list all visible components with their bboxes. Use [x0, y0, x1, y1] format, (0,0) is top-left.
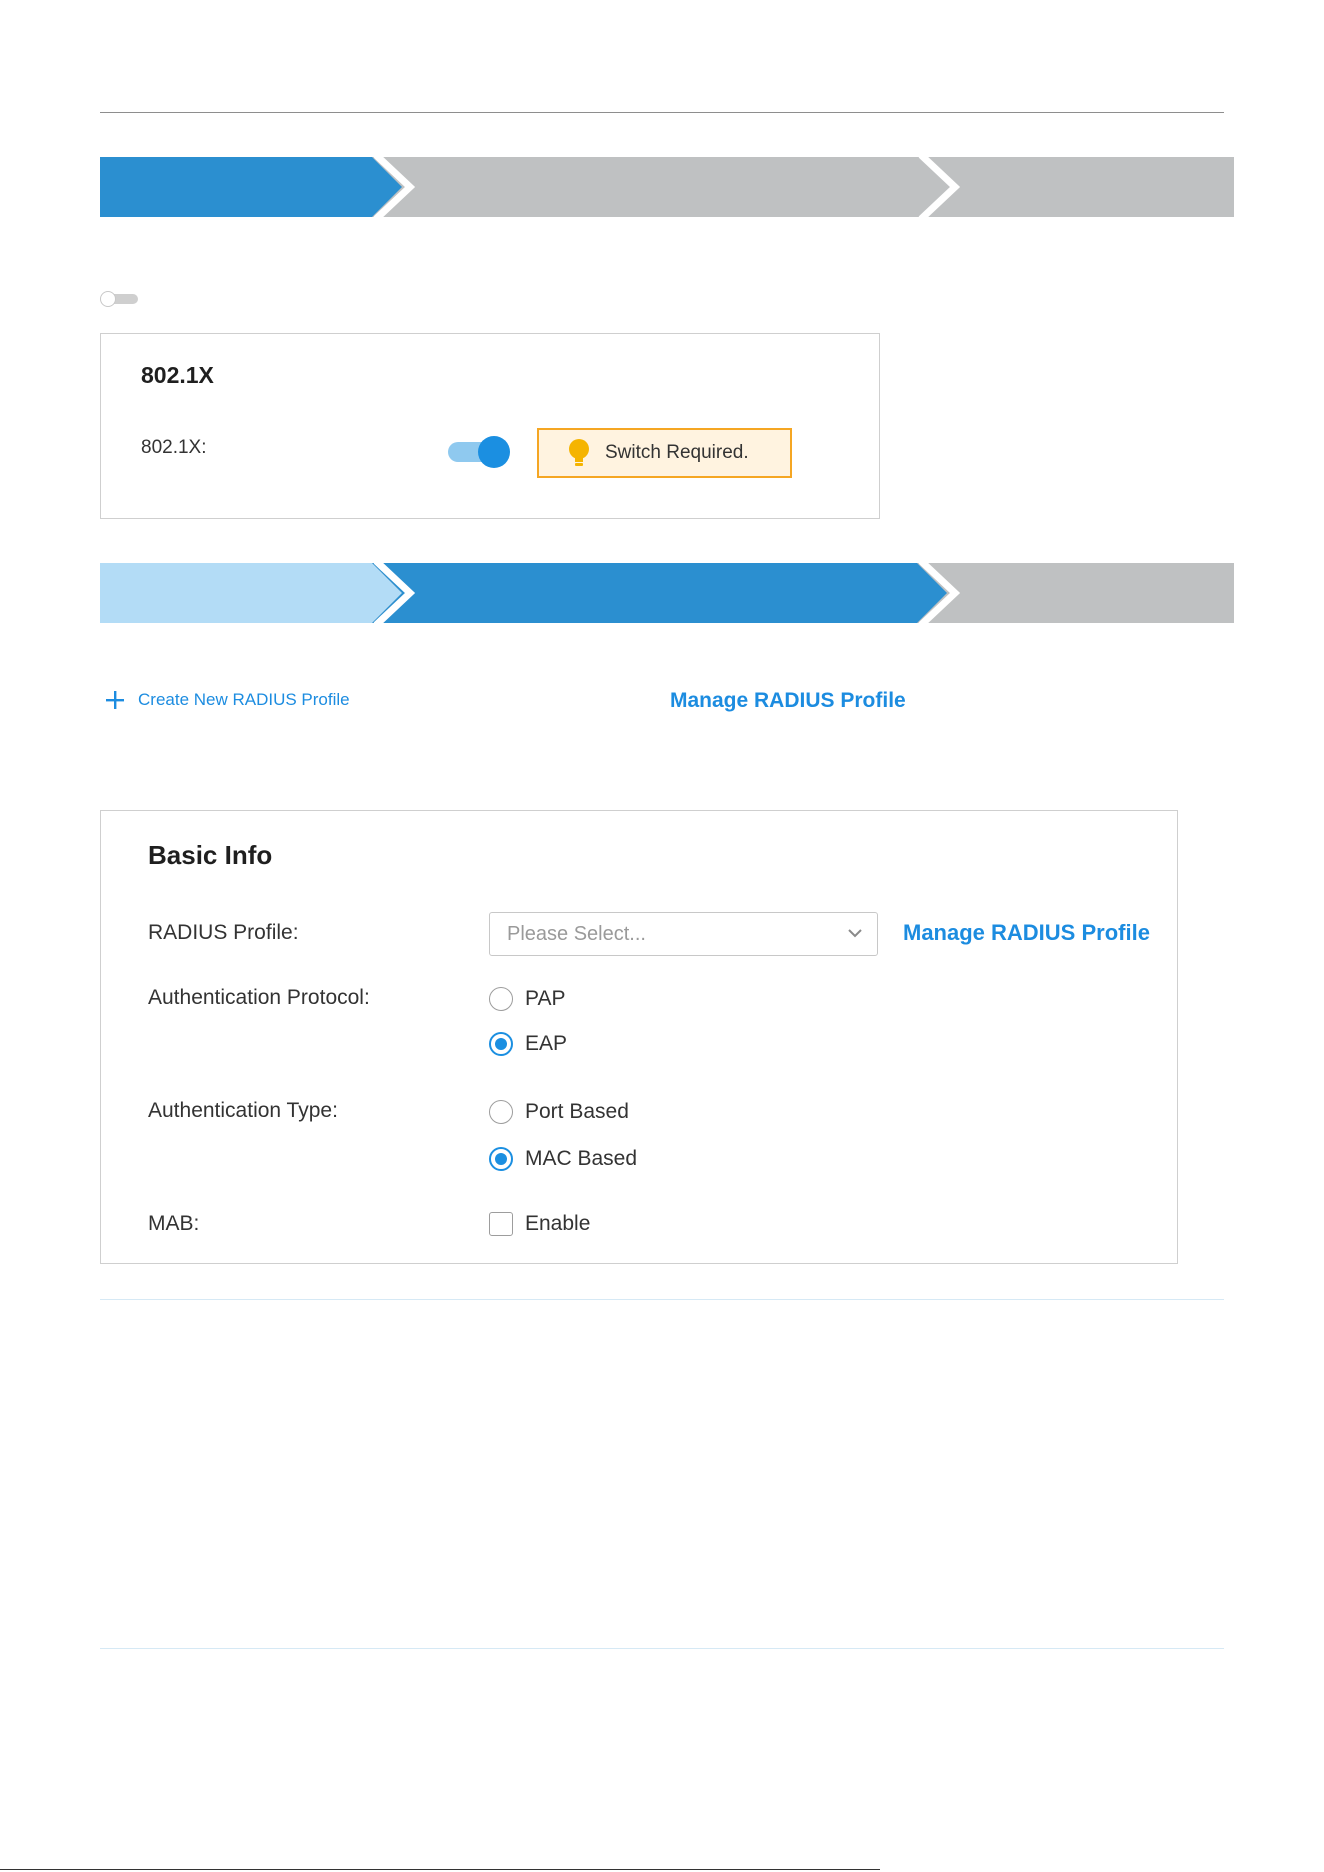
- radio-circle: [489, 1100, 513, 1124]
- step-2-active: [372, 563, 947, 623]
- top-divider: [100, 112, 1224, 113]
- radius-profile-select[interactable]: Please Select...: [489, 912, 878, 956]
- toggle-knob: [100, 291, 116, 307]
- create-link-label: Create New RADIUS Profile: [138, 690, 350, 709]
- radio-pap[interactable]: PAP: [489, 987, 565, 1011]
- radio-label: Port Based: [525, 1100, 629, 1123]
- manage-radius-profile-inline-link[interactable]: Manage RADIUS Profile: [903, 920, 1150, 946]
- select-placeholder: Please Select...: [507, 922, 646, 945]
- mab-label: MAB:: [148, 1212, 200, 1235]
- footer-line: [0, 1869, 880, 1870]
- toggle-knob: [478, 436, 510, 468]
- radio-eap[interactable]: EAP: [489, 1032, 567, 1056]
- radio-port-based[interactable]: Port Based: [489, 1100, 629, 1124]
- switch-required-note: Switch Required.: [537, 428, 792, 478]
- radio-mac-based[interactable]: MAC Based: [489, 1147, 637, 1171]
- checkbox-box: [489, 1212, 513, 1236]
- mab-enable-checkbox[interactable]: Enable: [489, 1212, 590, 1236]
- step-1-done: [100, 563, 402, 623]
- toggle-8021x[interactable]: [448, 436, 510, 468]
- lightbulb-icon: [569, 439, 589, 466]
- step-1-active: [100, 157, 402, 217]
- panel-8021x: [100, 333, 880, 519]
- basic-info-title: Basic Info: [148, 840, 273, 870]
- section-divider: [100, 1648, 1224, 1649]
- radio-label: EAP: [525, 1032, 568, 1055]
- plus-icon: [106, 691, 124, 709]
- radio-circle-selected: [489, 1032, 513, 1056]
- small-toggle[interactable]: [100, 291, 138, 307]
- panel-title: 802.1X: [141, 362, 214, 388]
- radius-profile-label: RADIUS Profile:: [148, 921, 299, 944]
- section-divider: [100, 1299, 1224, 1300]
- chevron-down-icon: [848, 929, 862, 938]
- create-radius-profile-link[interactable]: Create New RADIUS Profile: [104, 689, 350, 711]
- auth-type-label: Authentication Type:: [148, 1099, 338, 1122]
- radio-label: PAP: [525, 987, 566, 1010]
- note-text: Switch Required.: [605, 442, 749, 463]
- step-progress-bar-2: [100, 563, 1234, 623]
- manage-radius-profile-link[interactable]: Manage RADIUS Profile: [670, 689, 906, 713]
- step-progress-bar-1: [100, 157, 1234, 217]
- basic-info-panel: [100, 810, 1178, 1264]
- checkbox-label: Enable: [525, 1212, 591, 1235]
- auth-protocol-label: Authentication Protocol:: [148, 986, 370, 1009]
- radio-label: MAC Based: [525, 1147, 638, 1170]
- radio-circle-selected: [489, 1147, 513, 1171]
- field-label-8021x: 802.1X:: [141, 437, 207, 458]
- radio-circle: [489, 987, 513, 1011]
